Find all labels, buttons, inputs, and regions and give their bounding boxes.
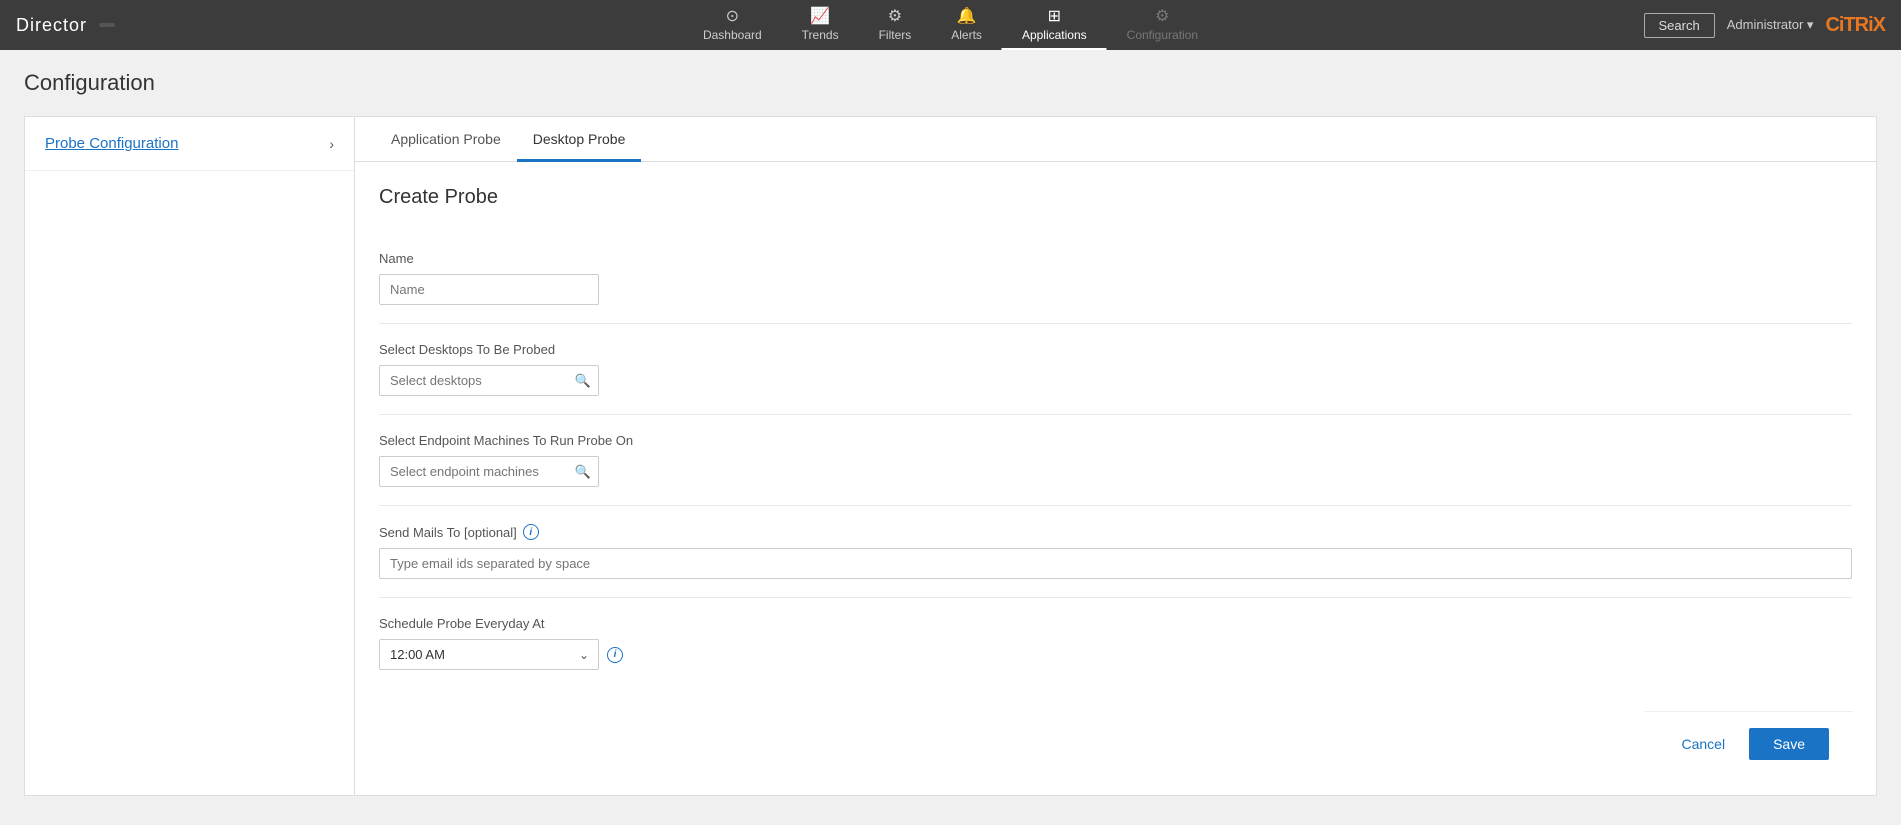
schedule-info-icon[interactable]: i xyxy=(607,647,623,663)
endpoint-input[interactable] xyxy=(379,456,599,487)
nav-item-alerts[interactable]: 🔔 Alerts xyxy=(931,0,1002,50)
desktops-section: Select Desktops To Be Probed 🔍 xyxy=(379,323,1852,414)
schedule-wrap: 12:00 AM 1:00 AM 2:00 AM 3:00 AM 4:00 AM… xyxy=(379,639,1852,670)
form-section-title: Create Probe xyxy=(379,186,1852,209)
nav-label-configuration: Configuration xyxy=(1127,28,1198,42)
schedule-select-wrap: 12:00 AM 1:00 AM 2:00 AM 3:00 AM 4:00 AM… xyxy=(379,639,599,670)
tab-bar: Application Probe Desktop Probe xyxy=(355,117,1876,162)
nav-left: Director xyxy=(16,15,115,36)
sidebar-item-probe-config[interactable]: Probe Configuration › xyxy=(25,117,354,171)
nav-label-applications: Applications xyxy=(1022,28,1087,42)
trends-icon: 📈 xyxy=(810,6,830,26)
nav-item-dashboard[interactable]: ⊙ Dashboard xyxy=(683,0,782,50)
name-input[interactable] xyxy=(379,274,599,305)
configuration-icon: ⚙ xyxy=(1155,6,1169,26)
search-button[interactable]: Search xyxy=(1644,13,1715,38)
email-info-icon[interactable]: i xyxy=(523,524,539,540)
email-label: Send Mails To [optional] i xyxy=(379,524,1852,540)
nav-label-alerts: Alerts xyxy=(951,28,982,42)
page-title: Configuration xyxy=(24,70,1877,96)
desktops-search-wrap: 🔍 xyxy=(379,365,599,396)
nav-item-filters[interactable]: ⚙ Filters xyxy=(859,0,932,50)
nav-label-trends: Trends xyxy=(802,28,839,42)
schedule-section: Schedule Probe Everyday At 12:00 AM 1:00… xyxy=(379,597,1852,688)
sidebar: Probe Configuration › xyxy=(25,117,355,795)
nav-item-applications[interactable]: ⊞ Applications xyxy=(1002,0,1107,50)
nav-item-trends[interactable]: 📈 Trends xyxy=(782,0,859,50)
page-wrapper: Probe Configuration › Application Probe … xyxy=(24,116,1877,796)
nav-label-dashboard: Dashboard xyxy=(703,28,762,42)
desktops-label: Select Desktops To Be Probed xyxy=(379,342,1852,357)
save-button[interactable]: Save xyxy=(1749,728,1829,760)
tab-application-probe[interactable]: Application Probe xyxy=(375,117,517,162)
schedule-select[interactable]: 12:00 AM 1:00 AM 2:00 AM 3:00 AM 4:00 AM… xyxy=(379,639,599,670)
citrix-logo: CiTRiX xyxy=(1825,14,1885,37)
nav-label-filters: Filters xyxy=(879,28,912,42)
form-content: Create Probe Name Select Desktops To Be … xyxy=(355,162,1876,712)
desktops-search-icon: 🔍 xyxy=(575,373,591,389)
nav-right: Search Administrator ▾ CiTRiX xyxy=(1644,13,1885,38)
schedule-label: Schedule Probe Everyday At xyxy=(379,616,1852,631)
admin-button[interactable]: Administrator ▾ xyxy=(1727,17,1814,33)
endpoint-search-wrap: 🔍 xyxy=(379,456,599,487)
sidebar-item-label: Probe Configuration xyxy=(45,135,178,152)
name-section: Name xyxy=(379,233,1852,323)
endpoint-search-icon: 🔍 xyxy=(575,464,591,480)
main-layout: Probe Configuration › Application Probe … xyxy=(24,116,1877,796)
app-logo: Director xyxy=(16,15,87,36)
desktops-input[interactable] xyxy=(379,365,599,396)
applications-icon: ⊞ xyxy=(1048,6,1061,26)
app-logo-badge xyxy=(99,23,115,27)
cancel-button[interactable]: Cancel xyxy=(1669,728,1737,760)
tab-desktop-probe[interactable]: Desktop Probe xyxy=(517,117,642,162)
nav-center: ⊙ Dashboard 📈 Trends ⚙ Filters 🔔 Alerts … xyxy=(683,0,1218,50)
chevron-right-icon: › xyxy=(329,136,334,152)
endpoint-section: Select Endpoint Machines To Run Probe On… xyxy=(379,414,1852,505)
main-panel: Application Probe Desktop Probe Create P… xyxy=(355,117,1876,795)
nav-item-configuration: ⚙ Configuration xyxy=(1107,0,1218,50)
top-navigation: Director ⊙ Dashboard 📈 Trends ⚙ Filters … xyxy=(0,0,1901,50)
email-section: Send Mails To [optional] i xyxy=(379,505,1852,597)
page-content: Configuration Probe Configuration › Appl… xyxy=(0,50,1901,825)
alerts-icon: 🔔 xyxy=(957,6,977,26)
endpoint-label: Select Endpoint Machines To Run Probe On xyxy=(379,433,1852,448)
email-input[interactable] xyxy=(379,548,1852,579)
footer-actions: Cancel Save xyxy=(1645,711,1853,776)
filters-icon: ⚙ xyxy=(888,6,902,26)
dashboard-icon: ⊙ xyxy=(726,6,739,26)
name-label: Name xyxy=(379,251,1852,266)
